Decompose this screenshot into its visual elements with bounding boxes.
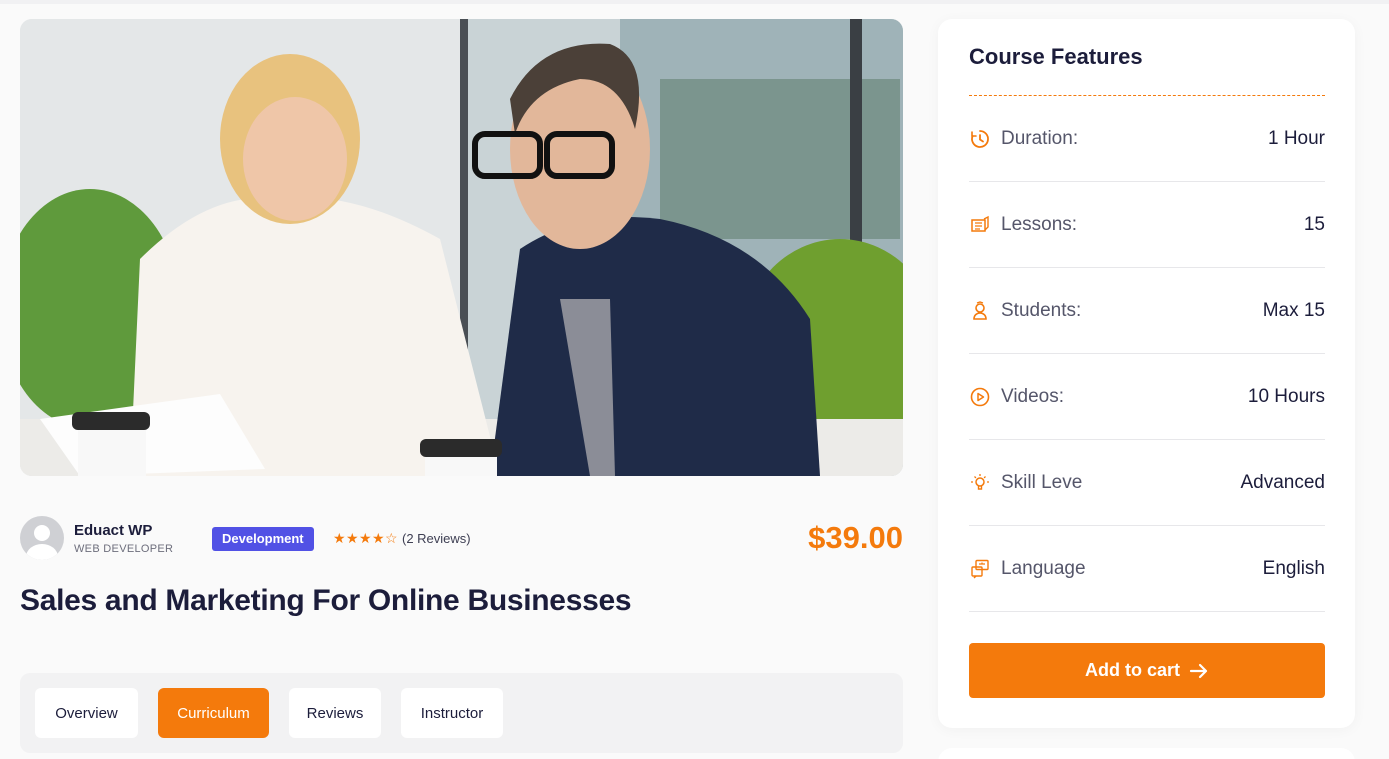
tab-overview[interactable]: Overview (35, 688, 138, 738)
author-name[interactable]: Eduact WP (74, 522, 173, 539)
feature-value: English (1262, 557, 1325, 579)
star-icon: ★ (359, 530, 372, 546)
add-to-cart-button[interactable]: Add to cart (969, 643, 1325, 698)
star-outline-icon: ☆ (385, 530, 398, 546)
course-tabs: Overview Curriculum Reviews Instructor (20, 673, 903, 753)
course-hero-image (20, 19, 903, 476)
category-badge[interactable]: Development (212, 527, 314, 551)
feature-label: Videos: (1001, 385, 1065, 407)
arrow-right-icon (1189, 663, 1208, 678)
feature-duration: Duration: 1 Hour (969, 96, 1325, 182)
feature-lessons: Lessons: 15 (969, 182, 1325, 268)
feature-value: 1 Hour (1267, 127, 1325, 149)
tab-reviews[interactable]: Reviews (289, 688, 381, 738)
feature-label: Lessons: (1001, 213, 1078, 235)
tab-instructor[interactable]: Instructor (401, 688, 503, 738)
feature-label: Duration: (1001, 127, 1079, 149)
feature-value: Advanced (1240, 471, 1325, 493)
play-icon (969, 386, 991, 408)
feature-value: 10 Hours (1247, 385, 1325, 407)
add-to-cart-label: Add to cart (1084, 660, 1180, 680)
course-title: Sales and Marketing For Online Businesse… (20, 584, 632, 617)
feature-value: Max 15 (1262, 299, 1325, 321)
book-icon (969, 214, 991, 236)
tab-curriculum[interactable]: Curriculum (158, 688, 269, 738)
clock-icon (969, 128, 991, 150)
feature-value: 15 (1303, 213, 1325, 235)
course-author: Eduact WP WEB DEVELOPER (20, 516, 173, 560)
top-divider (0, 0, 1389, 4)
star-icon: ★ (346, 530, 359, 546)
avatar (20, 516, 64, 560)
reviews-count[interactable]: (2 Reviews) (402, 531, 471, 546)
feature-label: Skill Leve (1001, 471, 1083, 493)
feature-language: Language English (969, 526, 1325, 612)
course-price: $39.00 (808, 520, 903, 555)
panel-title: Course Features (969, 44, 1143, 69)
feature-label: Language (1001, 557, 1086, 579)
lightbulb-icon (969, 472, 991, 494)
next-panel (938, 748, 1355, 759)
feature-skill-level: Skill Leve Advanced (969, 440, 1325, 526)
feature-students: Students: Max 15 (969, 268, 1325, 354)
star-icon: ★ (372, 530, 385, 546)
course-features-panel: Course Features Duration: 1 Hour Lessons… (938, 19, 1355, 728)
student-icon (969, 300, 991, 322)
language-icon (969, 558, 991, 580)
course-rating: ★ ★ ★ ★ ☆ (2 Reviews) (333, 530, 471, 546)
star-icon: ★ (333, 530, 346, 546)
feature-label: Students: (1001, 299, 1082, 321)
author-role: WEB DEVELOPER (74, 542, 174, 555)
feature-videos: Videos: 10 Hours (969, 354, 1325, 440)
